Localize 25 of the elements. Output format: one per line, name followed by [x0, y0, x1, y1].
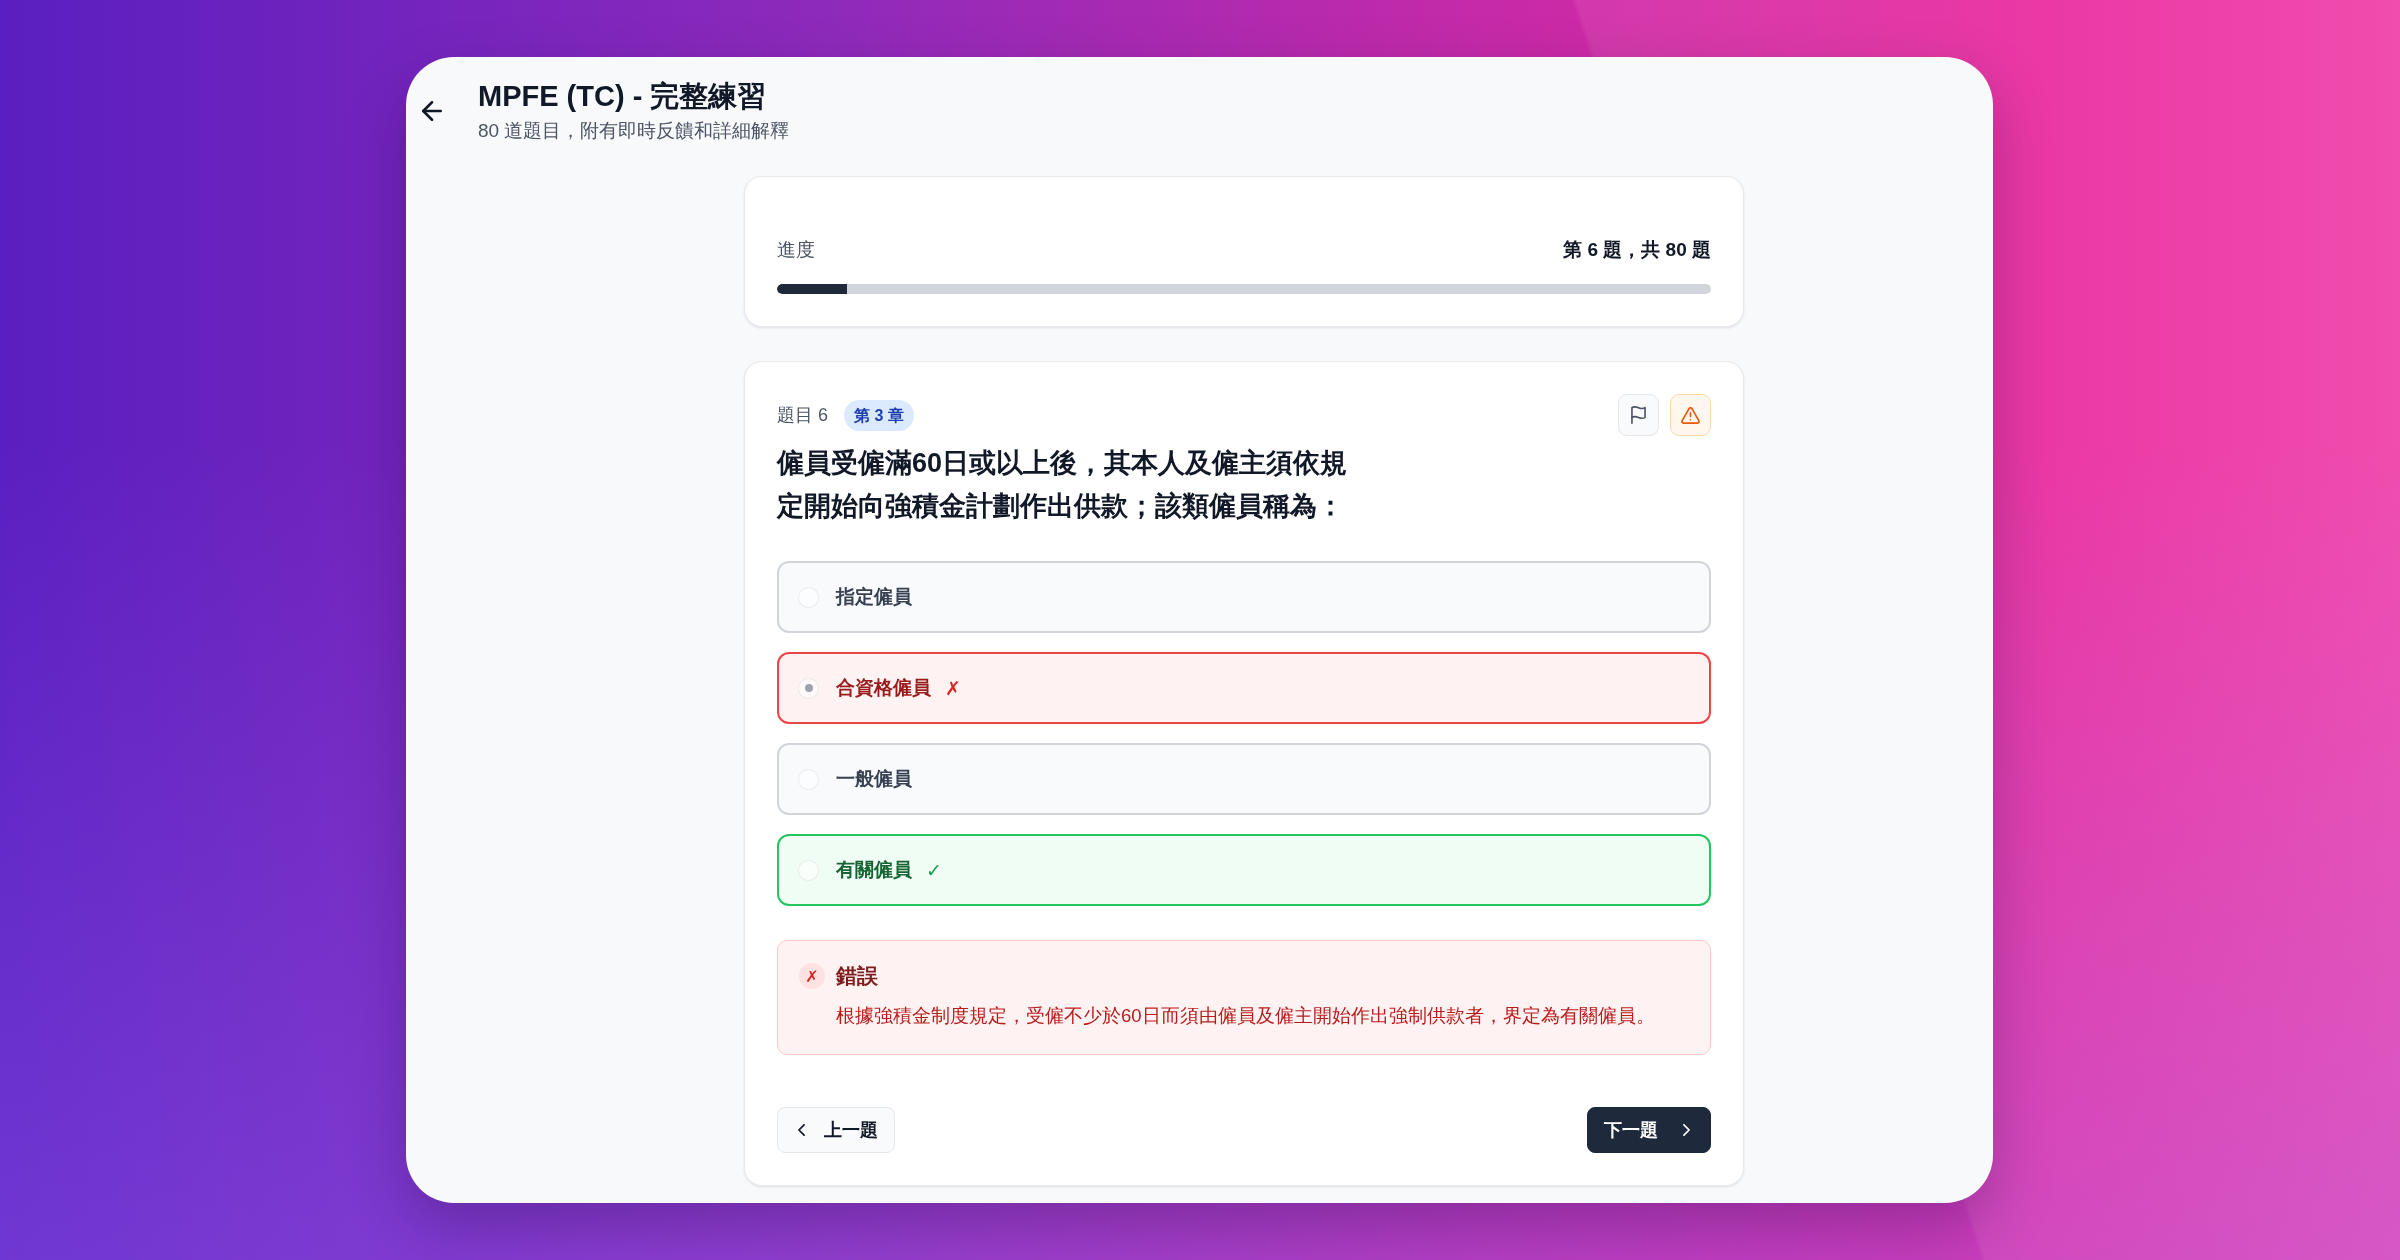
flag-button[interactable]	[1618, 394, 1659, 436]
flag-icon	[1631, 406, 1646, 424]
chapter-badge: 第 3 章	[844, 399, 914, 431]
answer-option[interactable]: 一般僱員	[777, 743, 1711, 815]
progress-label: 進度	[777, 238, 815, 262]
check-icon: ✓	[926, 859, 942, 881]
answer-option[interactable]: 指定僱員	[777, 561, 1711, 633]
question-number: 題目 6	[777, 404, 828, 427]
feedback-text: 根據強積金制度規定，受僱不少於60日而須由僱員及僱主開始作出強制供款者，界定為有關僱員。	[836, 1004, 1656, 1028]
answer-option[interactable]: 有關僱員 ✓	[777, 834, 1711, 906]
feedback-title: 錯誤	[836, 963, 878, 989]
cross-icon: ✗	[799, 963, 825, 989]
previous-button[interactable]: 上一題	[777, 1107, 895, 1153]
page-title: MPFE (TC) - 完整練習	[478, 79, 768, 114]
cross-icon: ✗	[945, 677, 961, 699]
question-text: 僱員受僱滿60日或以上後，其本人及僱主須依規定開始向強積金計劃作出供款；該類僱員稱為：	[777, 447, 1349, 523]
warning-icon	[1681, 406, 1700, 424]
progress-count: 第 6 題，共 80 題	[1563, 238, 1711, 262]
report-button[interactable]	[1670, 394, 1711, 436]
answer-option[interactable]: 合資格僱員 ✗	[777, 652, 1711, 724]
chevron-right-icon	[1683, 1124, 1690, 1136]
chevron-left-icon	[798, 1124, 805, 1136]
next-button[interactable]: 下一題	[1587, 1107, 1711, 1153]
back-button[interactable]	[422, 101, 442, 121]
page-subtitle: 80 道題目，附有即時反饋和詳細解釋	[478, 119, 790, 143]
